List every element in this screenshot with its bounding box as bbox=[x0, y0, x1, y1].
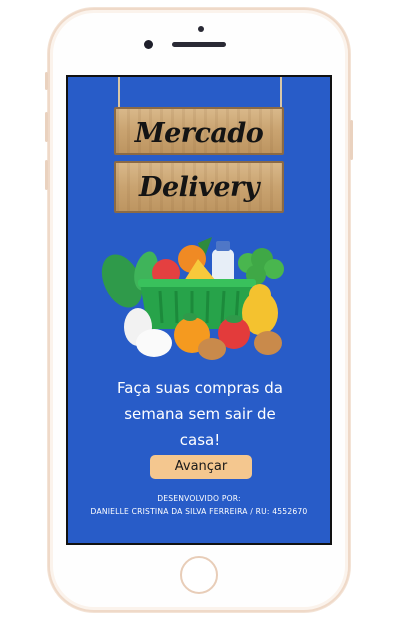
sign-board-top: Mercado bbox=[114, 107, 284, 155]
side-button-volume-down bbox=[45, 160, 48, 190]
sign-title-line1: Mercado bbox=[134, 118, 264, 149]
front-camera bbox=[144, 40, 153, 49]
side-button-volume-up bbox=[45, 112, 48, 142]
tagline: Faça suas compras da semana sem sair de … bbox=[98, 375, 302, 453]
developed-by-label: DESENVOLVIDO POR: bbox=[157, 494, 241, 503]
app-screen: Mercado Delivery Faça suas compras da se… bbox=[66, 75, 332, 545]
sign-board-bottom: Delivery bbox=[114, 161, 284, 213]
power-button bbox=[350, 120, 353, 160]
sign-rope-right bbox=[280, 77, 282, 109]
tagline-line-3: casa! bbox=[179, 431, 221, 449]
grocery-basket-illustration bbox=[101, 237, 284, 360]
sensor-dot bbox=[198, 26, 204, 32]
side-button-top bbox=[45, 72, 48, 90]
developer-info: DANIELLE CRISTINA DA SILVA FERREIRA / RU… bbox=[90, 507, 308, 516]
earpiece-speaker bbox=[172, 42, 226, 47]
tagline-line-1: Faça suas compras da bbox=[117, 379, 283, 397]
advance-button[interactable]: Avançar bbox=[150, 455, 252, 479]
sign-rope-left bbox=[118, 77, 120, 109]
tagline-line-2: semana sem sair de bbox=[124, 405, 276, 423]
sign-title-line2: Delivery bbox=[139, 172, 259, 203]
home-button[interactable] bbox=[180, 556, 218, 594]
